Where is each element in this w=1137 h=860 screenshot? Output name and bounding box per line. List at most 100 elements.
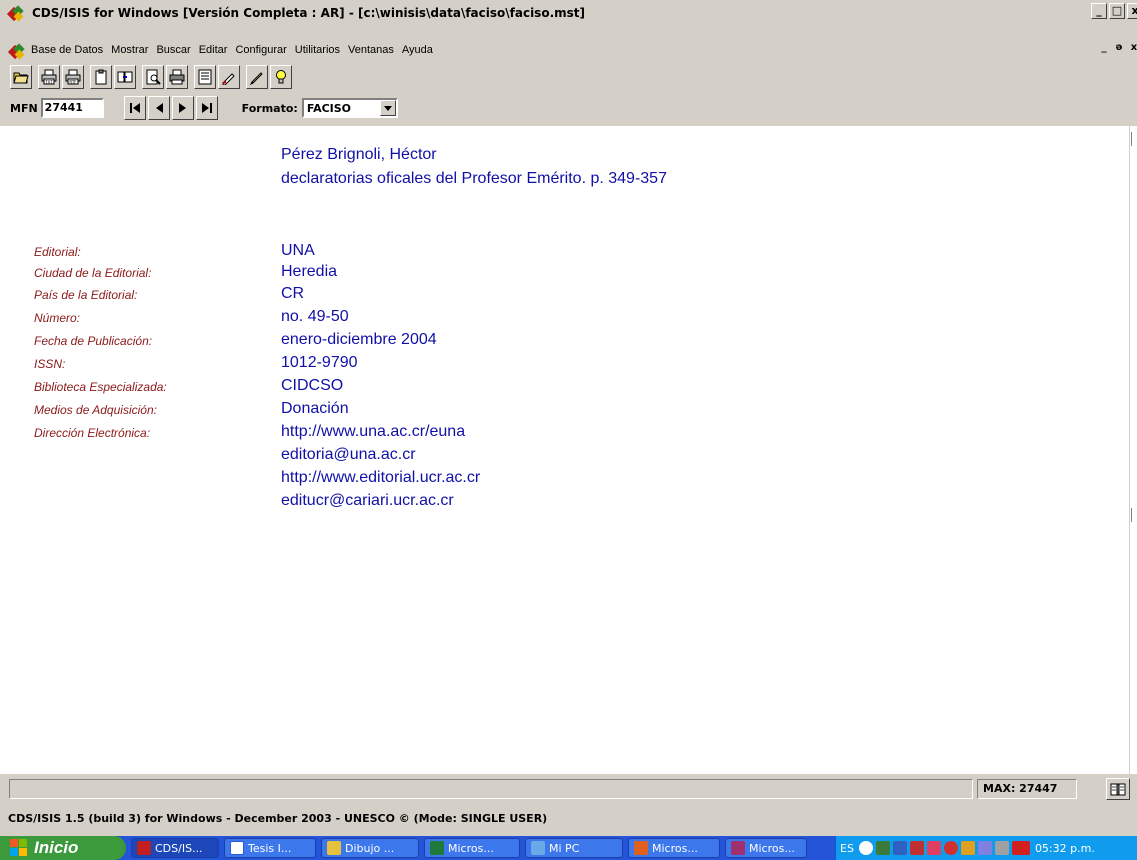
svg-text:TXT: TXT xyxy=(44,80,53,85)
record-display-area[interactable]: Pérez Brignoli, Héctor declaratorias ofi… xyxy=(0,126,1129,774)
record-author: Pérez Brignoli, Héctor xyxy=(281,146,437,163)
task-label: Tesis I... xyxy=(248,841,292,855)
formato-select-value: FACISO xyxy=(306,101,352,115)
language-indicator[interactable]: ES xyxy=(840,842,854,855)
book-icon xyxy=(1110,783,1126,796)
clock[interactable]: 05:32 p.m. xyxy=(1035,842,1095,855)
network-connection-icon[interactable] xyxy=(892,841,907,855)
task-cdsisis[interactable]: CDS/IS... xyxy=(131,838,219,858)
task-label: Micros... xyxy=(652,841,698,855)
edit-record-button[interactable] xyxy=(218,65,240,89)
form-button[interactable] xyxy=(194,65,216,89)
messenger-icon[interactable] xyxy=(960,841,975,855)
vertical-scrollbar[interactable] xyxy=(1129,126,1137,774)
ati-icon[interactable] xyxy=(1011,841,1030,855)
dictionary-button[interactable] xyxy=(1106,778,1130,800)
clipboard-button[interactable] xyxy=(90,65,112,89)
volume-icon[interactable] xyxy=(994,841,1009,855)
lightbulb-icon xyxy=(276,70,286,84)
svg-text:RTF: RTF xyxy=(69,80,77,85)
copy-paste-button[interactable] xyxy=(114,65,136,89)
task-access[interactable]: Micros... xyxy=(725,838,807,858)
start-label: Inicio xyxy=(34,838,79,857)
field-value-pais: CR xyxy=(281,285,305,302)
field-value-numero: no. 49-50 xyxy=(281,308,349,325)
field-value-biblioteca: CIDCSO xyxy=(281,377,344,394)
scroll-marker-thumb[interactable] xyxy=(1131,508,1137,522)
form-icon xyxy=(198,69,212,85)
formato-label: Formato: xyxy=(241,101,298,115)
clipboard-icon xyxy=(95,69,107,85)
previous-record-button[interactable] xyxy=(147,96,170,120)
lightbulb-button[interactable] xyxy=(270,65,292,89)
task-mi-pc[interactable]: Mi PC xyxy=(525,838,623,858)
task-word-tesis[interactable]: Tesis I... xyxy=(224,838,316,858)
last-record-button[interactable] xyxy=(195,96,218,120)
field-value-url-2: http://www.editorial.ucr.ac.cr xyxy=(281,469,481,486)
previous-record-icon xyxy=(155,103,163,113)
start-button[interactable]: Inicio xyxy=(0,836,126,860)
toolbar: TXT RTF xyxy=(0,62,298,92)
minimize-button[interactable]: _ xyxy=(1091,3,1107,19)
field-label-ciudad: Ciudad de la Editorial: xyxy=(34,266,152,280)
mfn-input[interactable]: 27441 xyxy=(40,98,104,118)
computer-task-icon xyxy=(531,841,545,855)
printer-button[interactable] xyxy=(166,65,188,89)
menu-editar[interactable]: Editar xyxy=(199,44,228,56)
copy-paste-icon xyxy=(117,71,133,83)
close-button[interactable]: x xyxy=(1127,3,1137,19)
scroll-marker-top xyxy=(1131,132,1137,146)
mdi-minimize-button[interactable]: _ xyxy=(1097,42,1111,56)
field-value-direccion: http://www.una.ac.cr/euna xyxy=(281,423,466,440)
edit-record-icon xyxy=(222,73,235,85)
show-hidden-icons-icon[interactable] xyxy=(858,841,873,855)
field-value-email-2: editucr@cariari.ucr.ac.cr xyxy=(281,492,454,509)
paint-task-icon xyxy=(327,841,341,855)
task-label: Micros... xyxy=(448,841,494,855)
menu-configurar[interactable]: Configurar xyxy=(235,44,286,56)
next-record-button[interactable] xyxy=(171,96,194,120)
mdi-close-button[interactable]: x xyxy=(1127,42,1137,56)
open-folder-button[interactable] xyxy=(10,65,32,89)
menu-utilitarios[interactable]: Utilitarios xyxy=(295,44,340,56)
title-bar[interactable]: CDS/ISIS for Windows [Versión Completa :… xyxy=(0,0,1137,26)
mdi-caption-buttons: _ ǝ x xyxy=(1097,42,1137,56)
menu-ventanas[interactable]: Ventanas xyxy=(348,44,394,56)
print-preview-button[interactable] xyxy=(142,65,164,89)
menu-base-de-datos[interactable]: Base de Datos xyxy=(31,44,103,56)
version-info-line: CDS/ISIS 1.5 (build 3) for Windows - Dec… xyxy=(8,812,548,825)
pencil-button[interactable] xyxy=(246,65,268,89)
print-rtf-button[interactable]: RTF xyxy=(62,65,84,89)
first-record-icon xyxy=(129,103,140,113)
field-label-pais: País de la Editorial: xyxy=(34,288,138,302)
field-value-editorial: UNA xyxy=(281,242,315,259)
print-rtf-icon: RTF xyxy=(65,69,81,85)
menu-ayuda[interactable]: Ayuda xyxy=(402,44,433,56)
status-bar: MAX: 27447 xyxy=(0,777,1137,803)
helper-app-icon[interactable] xyxy=(977,841,992,855)
dropdown-arrow-icon[interactable] xyxy=(379,100,396,116)
menu-buscar[interactable]: Buscar xyxy=(156,44,190,56)
task-excel[interactable]: Micros... xyxy=(424,838,520,858)
windows-logo-icon xyxy=(10,839,28,857)
network-icon[interactable] xyxy=(875,841,890,855)
field-label-fecha: Fecha de Publicación: xyxy=(34,334,153,348)
task-label: Dibujo ... xyxy=(345,841,395,855)
security-alert-icon[interactable] xyxy=(909,841,924,855)
task-label: CDS/IS... xyxy=(155,841,203,855)
task-label: Mi PC xyxy=(549,841,580,855)
field-label-editorial: Editorial: xyxy=(34,245,81,259)
task-powerpoint[interactable]: Micros... xyxy=(628,838,720,858)
mdi-restore-button[interactable]: ǝ xyxy=(1112,42,1126,56)
print-txt-button[interactable]: TXT xyxy=(38,65,60,89)
wireless-icon[interactable] xyxy=(926,841,941,855)
printer-icon xyxy=(169,69,185,85)
first-record-button[interactable] xyxy=(123,96,146,120)
menu-mostrar[interactable]: Mostrar xyxy=(111,44,148,56)
access-task-icon xyxy=(731,841,745,855)
document-menu-icon[interactable] xyxy=(7,42,25,60)
antivirus-icon[interactable] xyxy=(943,841,958,855)
task-paint-dibujo[interactable]: Dibujo ... xyxy=(321,838,419,858)
maximize-button[interactable]: □ xyxy=(1109,3,1125,19)
formato-select[interactable]: FACISO xyxy=(301,98,398,118)
